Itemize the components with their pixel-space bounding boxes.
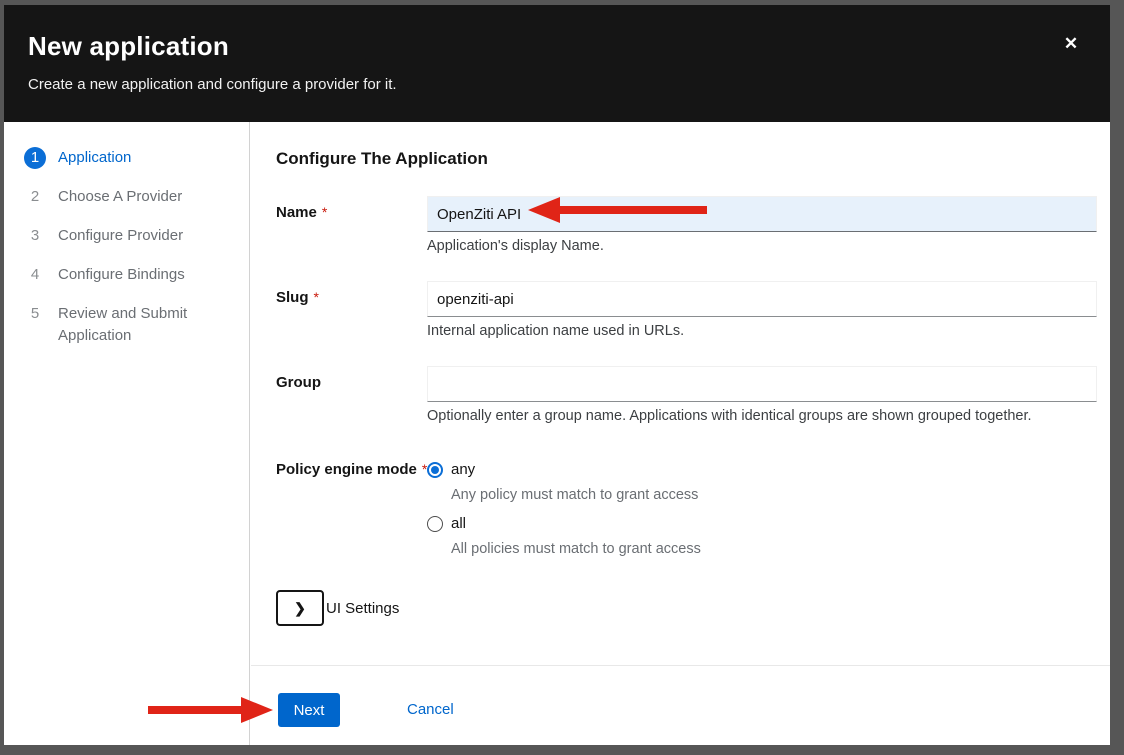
required-asterisk: * bbox=[322, 204, 327, 220]
step-label: Configure Bindings bbox=[58, 264, 185, 286]
name-field-label: Name * bbox=[276, 204, 327, 221]
radio-option-any[interactable]: any bbox=[427, 461, 475, 478]
wizard-step-application[interactable]: 1 Application bbox=[24, 147, 249, 169]
radio-option-all[interactable]: all bbox=[427, 515, 466, 532]
label-text: Policy engine mode bbox=[276, 461, 417, 478]
radio-any-helper-text: Any policy must match to grant access bbox=[451, 487, 698, 503]
step-number: 5 bbox=[24, 303, 46, 325]
slug-helper-text: Internal application name used in URLs. bbox=[427, 323, 684, 339]
required-asterisk: * bbox=[314, 289, 319, 305]
step-number: 2 bbox=[24, 186, 46, 208]
label-text: Slug bbox=[276, 289, 309, 306]
radio-all-label: all bbox=[451, 515, 466, 532]
label-text: Name bbox=[276, 204, 317, 221]
ui-settings-expander[interactable]: ❯ UI Settings bbox=[276, 590, 399, 626]
chevron-right-icon[interactable]: ❯ bbox=[276, 590, 324, 626]
wizard-step-nav: 1 Application 2 Choose A Provider 3 Conf… bbox=[4, 122, 250, 745]
modal-title: New application bbox=[28, 31, 1086, 62]
wizard-step-choose-provider[interactable]: 2 Choose A Provider bbox=[24, 186, 249, 208]
step-label: Application bbox=[58, 147, 131, 169]
new-application-modal: New application Create a new application… bbox=[4, 5, 1110, 745]
radio-all-input[interactable] bbox=[427, 516, 443, 532]
group-field[interactable] bbox=[427, 366, 1097, 402]
slug-field[interactable] bbox=[427, 281, 1097, 317]
cancel-link[interactable]: Cancel bbox=[407, 693, 454, 727]
step-number: 4 bbox=[24, 264, 46, 286]
radio-any-input[interactable] bbox=[427, 462, 443, 478]
name-helper-text: Application's display Name. bbox=[427, 238, 604, 254]
close-icon[interactable]: ✕ bbox=[1058, 31, 1084, 57]
wizard-step-configure-provider[interactable]: 3 Configure Provider bbox=[24, 225, 249, 247]
group-helper-text: Optionally enter a group name. Applicati… bbox=[427, 408, 1032, 424]
label-text: Group bbox=[276, 374, 321, 391]
step-number-badge: 1 bbox=[24, 147, 46, 169]
wizard-step-review-submit[interactable]: 5 Review and Submit Application bbox=[24, 303, 249, 347]
radio-all-helper-text: All policies must match to grant access bbox=[451, 541, 701, 557]
page-title: Configure The Application bbox=[276, 149, 488, 169]
step-number: 3 bbox=[24, 225, 46, 247]
policy-engine-mode-label: Policy engine mode* bbox=[276, 461, 427, 478]
next-button[interactable]: Next bbox=[278, 693, 340, 727]
slug-field-label: Slug * bbox=[276, 289, 319, 306]
modal-header: New application Create a new application… bbox=[4, 5, 1110, 122]
step-label: Choose A Provider bbox=[58, 186, 182, 208]
modal-subtitle: Create a new application and configure a… bbox=[28, 76, 1086, 93]
step-label: Review and Submit Application bbox=[58, 303, 203, 347]
name-field[interactable] bbox=[427, 196, 1097, 232]
wizard-step-content: Configure The Application Name * Applicat… bbox=[251, 122, 1110, 745]
footer-divider bbox=[251, 665, 1110, 666]
ui-settings-label: UI Settings bbox=[326, 600, 399, 617]
wizard-step-configure-bindings[interactable]: 4 Configure Bindings bbox=[24, 264, 249, 286]
step-label: Configure Provider bbox=[58, 225, 183, 247]
group-field-label: Group bbox=[276, 374, 321, 391]
radio-any-label: any bbox=[451, 461, 475, 478]
